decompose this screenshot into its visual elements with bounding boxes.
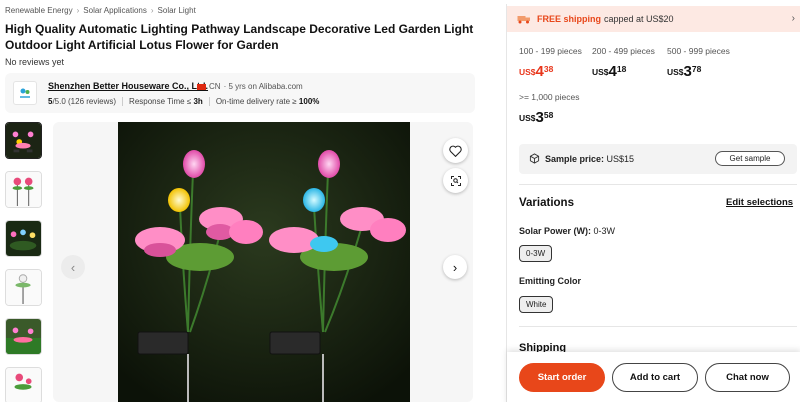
variations-heading: Variations (519, 197, 574, 209)
price-tier-price: US$ 3 78 (667, 63, 702, 80)
thumbnail-1[interactable] (5, 122, 42, 159)
chevron-right-icon: › (791, 13, 795, 24)
divider (519, 184, 797, 185)
chevron-right-icon: › (452, 259, 458, 275)
free-shipping-cap: capped at US$20 (604, 14, 674, 24)
edit-selections-link[interactable]: Edit selections (726, 197, 793, 208)
image-search-button[interactable] (443, 168, 468, 193)
free-shipping-label: FREE shipping (537, 14, 601, 24)
emitting-color-option[interactable]: White (519, 296, 554, 313)
product-title: High Quality Automatic Lighting Pathway … (5, 22, 474, 52)
thumbnail-5[interactable] (5, 318, 42, 355)
chevron-right-icon: › (76, 6, 80, 15)
chevron-right-icon: › (150, 6, 154, 15)
supplier-years: · 5 yrs on Alibaba.com (223, 82, 303, 91)
supplier-response-time: Response Time ≤ 3h (129, 97, 203, 106)
price-tier-price: US$ 3 58 (519, 109, 554, 126)
thumbnail-list (5, 122, 43, 402)
product-main-image[interactable] (118, 122, 410, 402)
solar-power-label: Solar Power (W): 0-3W (519, 226, 616, 236)
price-tier-range: 100 - 199 pieces (519, 46, 582, 56)
reviews-status: No reviews yet (5, 57, 65, 67)
thumbnail-3[interactable] (5, 220, 42, 257)
supplier-stats: 5/5.0 (126 reviews) Response Time ≤ 3h O… (48, 97, 319, 106)
divider (519, 326, 797, 327)
favorite-button[interactable] (443, 138, 468, 163)
get-sample-button[interactable]: Get sample (715, 151, 785, 166)
emitting-color-label: Emitting Color (519, 276, 581, 286)
product-gallery: ‹ › (53, 122, 473, 402)
supplier-logo[interactable] (13, 81, 37, 105)
solar-power-option[interactable]: 0-3W (519, 245, 553, 262)
supplier-rating: 5/5.0 (126 reviews) (48, 97, 117, 106)
thumbnail-6[interactable] (5, 367, 42, 402)
order-panel: FREE shipping capped at US$20 › 100 - 19… (506, 4, 800, 402)
thumbnail-2[interactable] (5, 171, 42, 208)
breadcrumb: Renewable Energy › Solar Applications › … (5, 6, 196, 15)
chevron-left-icon: ‹ (70, 259, 76, 275)
free-shipping-banner[interactable]: FREE shipping capped at US$20 › (507, 6, 800, 32)
china-flag-icon (197, 83, 206, 90)
heart-icon (449, 145, 462, 157)
breadcrumb-item-solar-light[interactable]: Solar Light (158, 6, 196, 15)
sample-price: Sample price: US$15 (545, 154, 635, 164)
price-tier-range: 500 - 999 pieces (667, 46, 730, 56)
supplier-delivery-rate: On-time delivery rate ≥ 100% (215, 97, 320, 106)
action-bar: Start order Add to cart Chat now (507, 352, 800, 402)
gallery-prev-button[interactable]: ‹ (61, 255, 85, 279)
truck-icon (517, 16, 530, 24)
image-search-icon (450, 175, 461, 186)
price-tier-range: >= 1,000 pieces (519, 92, 580, 102)
price-tier-price: US$ 4 38 (519, 63, 554, 80)
supplier-logo-icon (20, 88, 30, 98)
add-to-cart-button[interactable]: Add to cart (612, 363, 698, 392)
supplier-location: CN · 5 yrs on Alibaba.com (197, 82, 303, 91)
price-tier-price: US$ 4 18 (592, 63, 627, 80)
divider (122, 97, 124, 106)
supplier-country: CN (209, 82, 221, 91)
supplier-card: Shenzhen Better Houseware Co., Ltd. CN ·… (5, 73, 475, 113)
sample-box: Sample price: US$15 Get sample (519, 144, 797, 174)
thumbnail-4[interactable] (5, 269, 42, 306)
breadcrumb-item-solar-applications[interactable]: Solar Applications (83, 6, 147, 15)
box-icon (529, 153, 540, 164)
divider (208, 97, 210, 106)
gallery-next-button[interactable]: › (443, 255, 467, 279)
breadcrumb-item-renewable-energy[interactable]: Renewable Energy (5, 6, 73, 15)
price-tier-range: 200 - 499 pieces (592, 46, 655, 56)
supplier-name-link[interactable]: Shenzhen Better Houseware Co., Ltd. (48, 81, 208, 91)
chat-now-button[interactable]: Chat now (705, 363, 790, 392)
start-order-button[interactable]: Start order (519, 363, 605, 392)
